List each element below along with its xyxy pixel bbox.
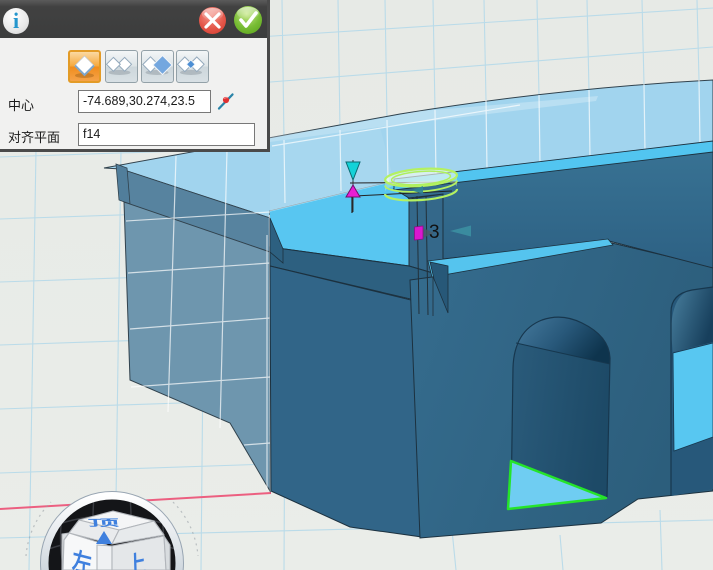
svg-text:3: 3 xyxy=(429,222,440,243)
svg-text:上: 上 xyxy=(126,549,146,570)
svg-text:顶: 顶 xyxy=(87,517,119,528)
svg-text:左: 左 xyxy=(71,547,92,570)
